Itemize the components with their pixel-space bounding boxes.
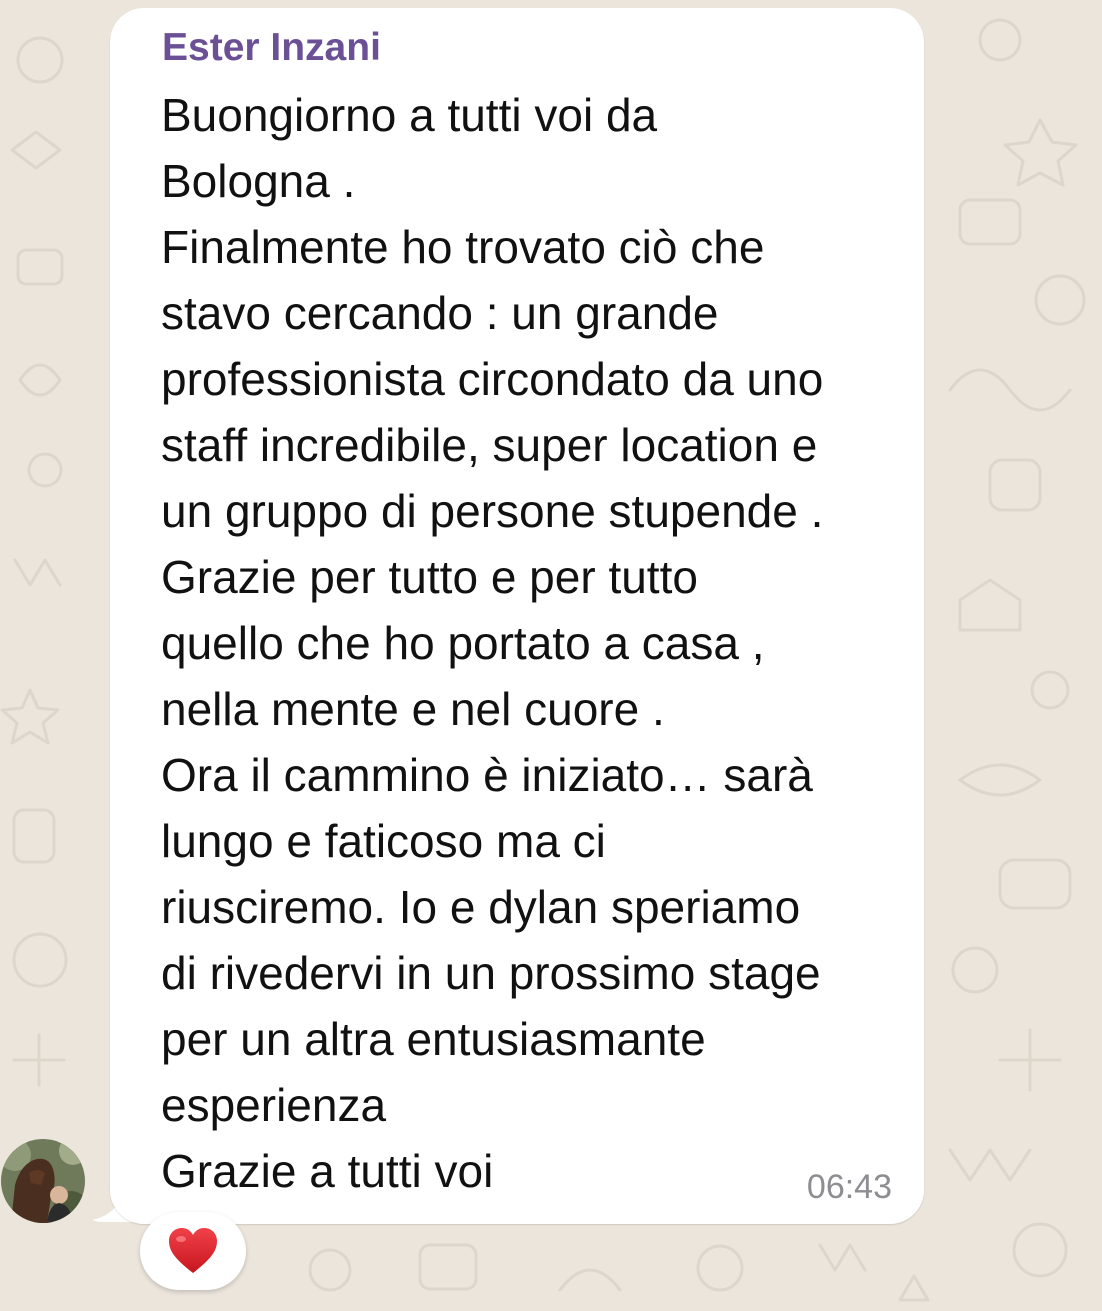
message-line: riusciremo. Io e dylan speriamo	[161, 881, 801, 933]
message-line: Buongiorno a tutti voi da	[161, 89, 658, 141]
message-bubble[interactable]: Ester Inzani Buongiorno a tutti voi da B…	[110, 8, 924, 1224]
sender-name[interactable]: Ester Inzani	[162, 26, 381, 70]
reaction-badge[interactable]	[140, 1212, 246, 1290]
message-line: per un altra entusiasmante	[161, 1013, 706, 1065]
message-line: Finalmente ho trovato ciò che	[161, 221, 765, 273]
message-bubble-container[interactable]: Ester Inzani Buongiorno a tutti voi da B…	[90, 8, 926, 1226]
sender-avatar[interactable]	[1, 1139, 85, 1223]
message-line: esperienza	[161, 1079, 387, 1131]
message-line: stavo cercando : un grande	[161, 287, 719, 339]
message-line: Bologna .	[161, 155, 356, 207]
message-timestamp: 06:43	[806, 1168, 892, 1206]
red-heart-icon	[169, 1228, 217, 1273]
message-line: di rivedervi in un prossimo stage	[161, 947, 821, 999]
message-line: nella mente e nel cuore .	[161, 683, 665, 735]
message-line: Ora il cammino è iniziato… sarà	[161, 749, 813, 801]
message-line: staff incredibile, super location e	[161, 419, 818, 471]
message-line: un gruppo di persone stupende .	[161, 485, 824, 537]
user-photo-avatar-icon	[1, 1139, 85, 1223]
message-text: Buongiorno a tutti voi da Bologna . Fina…	[161, 82, 931, 1204]
message-line: quello che ho portato a casa ,	[161, 617, 765, 669]
message-line: professionista circondato da uno	[161, 353, 824, 405]
message-line: Grazie per tutto e per tutto	[161, 551, 698, 603]
message-line: lungo e faticoso ma ci	[161, 815, 606, 867]
